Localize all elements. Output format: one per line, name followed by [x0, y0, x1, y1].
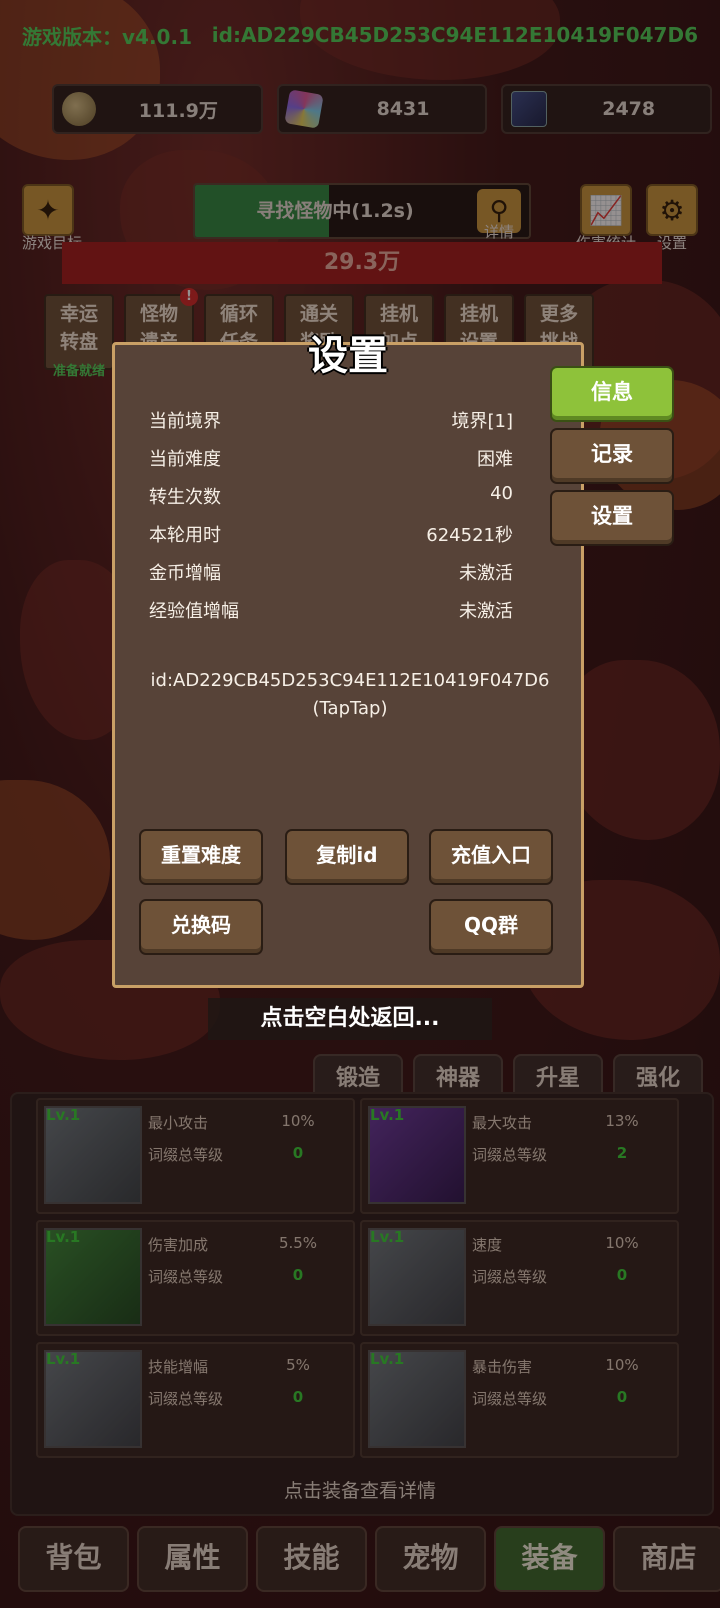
info-row: 当前难度 困难	[149, 449, 513, 470]
redeem-code-button[interactable]: 兑换码	[139, 899, 263, 955]
info-row: 金币增幅 未激活	[149, 563, 513, 584]
tab-settings[interactable]: 设置	[550, 490, 674, 546]
info-row: 转生次数 40	[149, 483, 513, 508]
settings-modal: 设置 当前境界 境界[1] 当前难度 困难 转生次数 40 本轮用时 624521秒 金…	[112, 333, 584, 988]
info-row: 经验值增幅 未激活	[149, 601, 513, 622]
info-row: 本轮用时 624521秒	[149, 525, 513, 546]
tab-info[interactable]: 信息	[550, 366, 674, 422]
close-hint[interactable]: 点击空白处返回...	[208, 998, 492, 1040]
copy-id-button[interactable]: 复制id	[285, 829, 409, 885]
tab-records[interactable]: 记录	[550, 428, 674, 484]
modal-title: 设置	[308, 333, 388, 379]
recharge-button[interactable]: 充值入口	[429, 829, 553, 885]
qq-group-button[interactable]: QQ群	[429, 899, 553, 955]
info-row: 当前境界 境界[1]	[149, 411, 513, 432]
player-id-text: id:AD229CB45D253C94E112E10419F047D6(TapT…	[150, 670, 550, 719]
reset-difficulty-button[interactable]: 重置难度	[139, 829, 263, 885]
